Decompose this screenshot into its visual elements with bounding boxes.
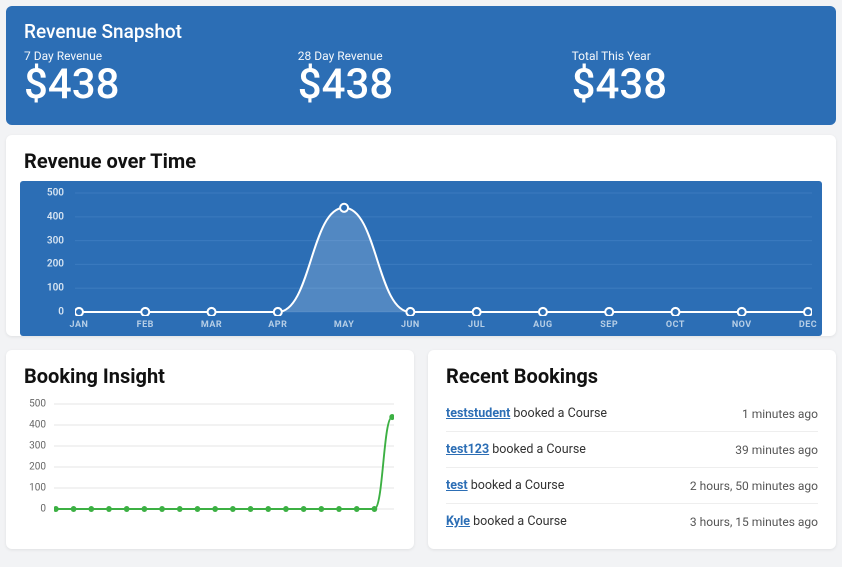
chart-ytick: 300: [29, 441, 46, 452]
revenue-chart-xticks: JANFEBMARAPRMAYJUNJULAUGSEPOCTNOVDEC: [75, 320, 812, 334]
revenue-metrics: 7 Day Revenue $438 28 Day Revenue $438 T…: [24, 49, 818, 107]
recent-booking-action: booked a Course: [470, 514, 567, 529]
chart-xtick: FEB: [137, 320, 154, 330]
revenue-over-time-chart[interactable]: 0 100 200 300 400 500 JAN FEB MAR APR MAY JUN JUL AU…: [20, 181, 822, 336]
chart-ytick: 100: [47, 283, 64, 294]
recent-booking-item: teststudent booked a Course 1 minutes ago: [446, 396, 818, 432]
booking-chart-plot: [54, 400, 394, 513]
revenue-over-time-title: Revenue over Time: [6, 135, 836, 181]
booking-insight-card: Booking Insight 0 100 200 300 400 500: [6, 350, 414, 549]
chart-xtick: JUL: [468, 320, 485, 330]
chart-ytick: 200: [47, 259, 64, 270]
recent-booking-user-link[interactable]: Kyle: [446, 514, 470, 529]
chart-xtick: JAN: [70, 320, 89, 330]
recent-bookings-card: Recent Bookings teststudent booked a Cou…: [428, 350, 836, 549]
metric-7day-value: $438: [24, 63, 298, 107]
recent-booking-user-link[interactable]: test123: [446, 442, 489, 457]
revenue-chart-yticks: 0 100 200 300 400 500: [20, 187, 70, 316]
revenue-snapshot-card: Revenue Snapshot 7 Day Revenue $438 28 D…: [6, 6, 836, 125]
chart-xtick: OCT: [666, 320, 685, 330]
recent-bookings-list: teststudent booked a Course 1 minutes ago…: [428, 396, 836, 549]
recent-booking-item: Kyle booked a Course 3 hours, 15 minutes …: [446, 504, 818, 539]
chart-ytick: 500: [29, 399, 46, 410]
chart-xtick: JUN: [401, 320, 420, 330]
recent-booking-time: 1 minutes ago: [742, 407, 818, 421]
chart-ytick: 400: [47, 211, 64, 222]
chart-ytick: 0: [58, 307, 64, 318]
chart-xtick: NOV: [732, 320, 752, 330]
chart-ytick: 100: [29, 483, 46, 494]
booking-insight-chart[interactable]: 0 100 200 300 400 500: [20, 396, 400, 531]
chart-xtick: MAR: [201, 320, 222, 330]
revenue-chart-plot: [75, 187, 812, 316]
chart-xtick: SEP: [600, 320, 618, 330]
metric-total-year-label: Total This Year: [572, 49, 818, 63]
chart-xtick: MAY: [334, 320, 355, 330]
recent-booking-item: test123 booked a Course 39 minutes ago: [446, 432, 818, 468]
metric-28day-value: $438: [298, 63, 572, 107]
chart-xtick: APR: [268, 320, 287, 330]
recent-booking-action: booked a Course: [510, 406, 607, 421]
chart-ytick: 400: [29, 420, 46, 431]
booking-insight-title: Booking Insight: [6, 350, 414, 396]
recent-booking-action: booked a Course: [489, 442, 586, 457]
recent-booking-user-link[interactable]: teststudent: [446, 406, 510, 421]
revenue-snapshot-title: Revenue Snapshot: [24, 20, 818, 43]
recent-booking-time: 2 hours, 50 minutes ago: [690, 479, 818, 493]
metric-28day-label: 28 Day Revenue: [298, 49, 572, 63]
revenue-over-time-chart-wrap: 0 100 200 300 400 500 JAN FEB MAR APR MAY JUN JUL AU…: [20, 181, 822, 336]
recent-booking-action: booked a Course: [468, 478, 565, 493]
metric-28day: 28 Day Revenue $438: [298, 49, 572, 107]
chart-xtick: AUG: [533, 320, 553, 330]
recent-booking-user-link[interactable]: test: [446, 478, 468, 493]
recent-booking-time: 39 minutes ago: [735, 443, 818, 457]
chart-ytick: 200: [29, 462, 46, 473]
chart-ytick: 300: [47, 235, 64, 246]
metric-7day-label: 7 Day Revenue: [24, 49, 298, 63]
booking-chart-yticks: 0 100 200 300 400 500: [20, 400, 50, 513]
chart-ytick: 500: [47, 188, 64, 199]
recent-booking-item: test booked a Course 2 hours, 50 minutes …: [446, 468, 818, 504]
metric-total-year: Total This Year $438: [572, 49, 818, 107]
recent-booking-time: 3 hours, 15 minutes ago: [690, 515, 818, 529]
metric-total-year-value: $438: [572, 63, 818, 107]
revenue-over-time-card: Revenue over Time 0 100 200 300 400 500 JAN FE…: [6, 135, 836, 336]
metric-7day: 7 Day Revenue $438: [24, 49, 298, 107]
chart-xtick: DEC: [799, 320, 817, 330]
recent-bookings-title: Recent Bookings: [428, 350, 836, 396]
chart-ytick: 0: [40, 504, 46, 515]
